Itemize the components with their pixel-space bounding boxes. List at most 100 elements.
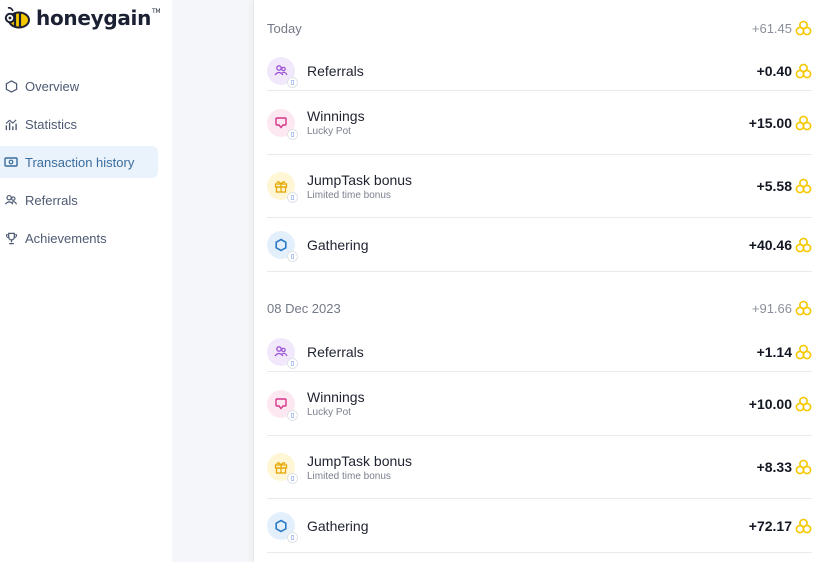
transaction-info: ▯ Gathering (267, 230, 368, 262)
day-total-value: +61.45 (751, 20, 792, 36)
transaction-title: JumpTask bonus (307, 171, 413, 188)
sidebar: honeygainTM Overview Statistics Transact… (0, 0, 172, 562)
device-badge-icon: ▯ (287, 409, 298, 421)
device-badge-icon: ▯ (287, 250, 298, 262)
transaction-amount: +72.17 (748, 517, 792, 534)
transaction-row[interactable]: ▯ Referrals +0.40 (267, 52, 812, 91)
transaction-title: Winnings (307, 389, 365, 405)
honey-coin-icon (795, 115, 812, 130)
honey-coin-icon (795, 300, 812, 316)
transaction-subtitle: Limited time bonus (307, 470, 391, 482)
transaction-text: JumpTask bonus Limited time bonus (307, 172, 412, 201)
sidebar-item-label: Referrals (25, 192, 78, 208)
transaction-row[interactable]: ▯ Winnings Lucky Pot +15.00 (267, 91, 812, 155)
transaction-info: ▯ Referrals (267, 57, 364, 88)
sidebar-item-statistics[interactable]: Statistics (0, 108, 158, 140)
transaction-subtitle: Lucky Pot (307, 407, 351, 418)
device-badge-icon: ▯ (287, 531, 298, 543)
transaction-amount-wrap: +1.14 (757, 344, 812, 360)
sidebar-item-label: Overview (25, 78, 80, 94)
referrals-icon: ▯ (267, 57, 298, 88)
transaction-row[interactable]: ▯ Winnings Lucky Pot +10.00 (267, 372, 812, 436)
transaction-amount-wrap: +72.17 (749, 518, 812, 534)
transaction-title: Gathering (307, 236, 369, 253)
transaction-row[interactable]: ▯ JumpTask bonus Limited time bonus +8.3… (267, 436, 812, 499)
gathering-icon: ▯ (267, 230, 298, 262)
transaction-title: JumpTask bonus (307, 452, 413, 469)
honey-coin-icon (795, 178, 812, 194)
transaction-amount: +1.14 (756, 344, 792, 360)
day-total: +61.45 (752, 20, 812, 36)
transaction-amount: +0.40 (756, 63, 792, 79)
transaction-amount-wrap: +5.58 (757, 178, 812, 194)
transaction-amount: +8.33 (756, 459, 792, 475)
day-date: Today (267, 20, 302, 36)
transaction-amount: +15.00 (748, 114, 792, 131)
winnings-icon: ▯ (267, 108, 298, 140)
device-badge-icon: ▯ (287, 192, 298, 203)
transaction-row[interactable]: ▯ JumpTask bonus Limited time bonus +5.5… (267, 155, 812, 218)
winnings-icon: ▯ (267, 389, 298, 421)
sidebar-item-label: Statistics (25, 116, 78, 132)
transaction-info: ▯ Winnings Lucky Pot (267, 108, 365, 140)
transaction-text: JumpTask bonus Limited time bonus (307, 453, 412, 482)
transaction-amount: +10.00 (748, 395, 792, 412)
transaction-text: Winnings Lucky Pot (307, 389, 365, 418)
device-badge-icon: ▯ (287, 128, 298, 140)
transaction-row[interactable]: ▯ Referrals +1.14 (267, 333, 812, 372)
device-badge-icon: ▯ (287, 77, 298, 88)
honey-coin-icon (795, 459, 812, 475)
day-header: Today +61.45 (267, 18, 812, 38)
transaction-title: Winnings (307, 108, 365, 124)
sidebar-nav: Overview Statistics Transaction history … (0, 70, 172, 260)
transaction-info: ▯ Referrals (267, 338, 364, 369)
sidebar-item-referrals[interactable]: Referrals (0, 184, 158, 216)
users-icon (4, 193, 18, 207)
transaction-amount-wrap: +0.40 (757, 63, 812, 79)
transaction-info: ▯ Winnings Lucky Pot (267, 389, 365, 421)
sidebar-item-label: Achievements (25, 230, 107, 246)
jumptask-icon: ▯ (267, 172, 298, 203)
referrals-icon: ▯ (267, 338, 298, 369)
transaction-amount: +40.46 (748, 236, 792, 253)
honey-coin-icon (795, 20, 812, 36)
trophy-icon (4, 231, 18, 245)
sidebar-item-label: Transaction history (25, 154, 135, 170)
transaction-info: ▯ JumpTask bonus Limited time bonus (267, 172, 412, 203)
sidebar-item-overview[interactable]: Overview (0, 70, 158, 102)
device-badge-icon: ▯ (287, 473, 298, 484)
day-header: 08 Dec 2023 +91.66 (267, 298, 812, 318)
jumptask-icon: ▯ (267, 453, 298, 484)
honey-coin-icon (795, 396, 812, 411)
transaction-subtitle: Limited time bonus (307, 189, 391, 201)
transaction-amount-wrap: +10.00 (749, 396, 812, 412)
sidebar-item-achievements[interactable]: Achievements (0, 222, 158, 254)
logo-trademark: TM (152, 8, 161, 15)
transaction-text: Winnings Lucky Pot (307, 108, 365, 137)
honey-coin-icon (795, 237, 812, 252)
transaction-amount-wrap: +8.33 (757, 459, 812, 475)
day-date: 08 Dec 2023 (267, 300, 341, 316)
transaction-subtitle: Lucky Pot (307, 126, 351, 137)
transaction-title: Referrals (307, 63, 364, 79)
transaction-row[interactable]: ▯ Gathering +40.46 (267, 218, 812, 272)
transaction-amount: +5.58 (756, 178, 792, 194)
honeygain-logo[interactable]: honeygainTM (4, 5, 161, 31)
transaction-text: Referrals (307, 63, 364, 79)
chart-icon (4, 117, 18, 131)
logo-text: honeygainTM (36, 6, 161, 30)
honey-coin-icon (795, 63, 812, 79)
hexagon-icon (4, 79, 18, 93)
transaction-history-card: Today +61.45 ▯ Referrals +0.40 ▯ Winning… (253, 0, 828, 562)
honey-coin-icon (795, 344, 812, 360)
honey-coin-icon (795, 518, 812, 533)
transaction-text: Gathering (307, 518, 368, 534)
transaction-text: Referrals (307, 344, 364, 360)
transaction-amount-wrap: +40.46 (749, 237, 812, 253)
transaction-row[interactable]: ▯ Gathering +72.17 (267, 499, 812, 553)
transaction-text: Gathering (307, 237, 368, 253)
bee-logo-icon (4, 7, 30, 29)
device-badge-icon: ▯ (287, 358, 298, 369)
sidebar-item-transaction-history[interactable]: Transaction history (0, 146, 158, 178)
transaction-info: ▯ Gathering (267, 511, 368, 543)
